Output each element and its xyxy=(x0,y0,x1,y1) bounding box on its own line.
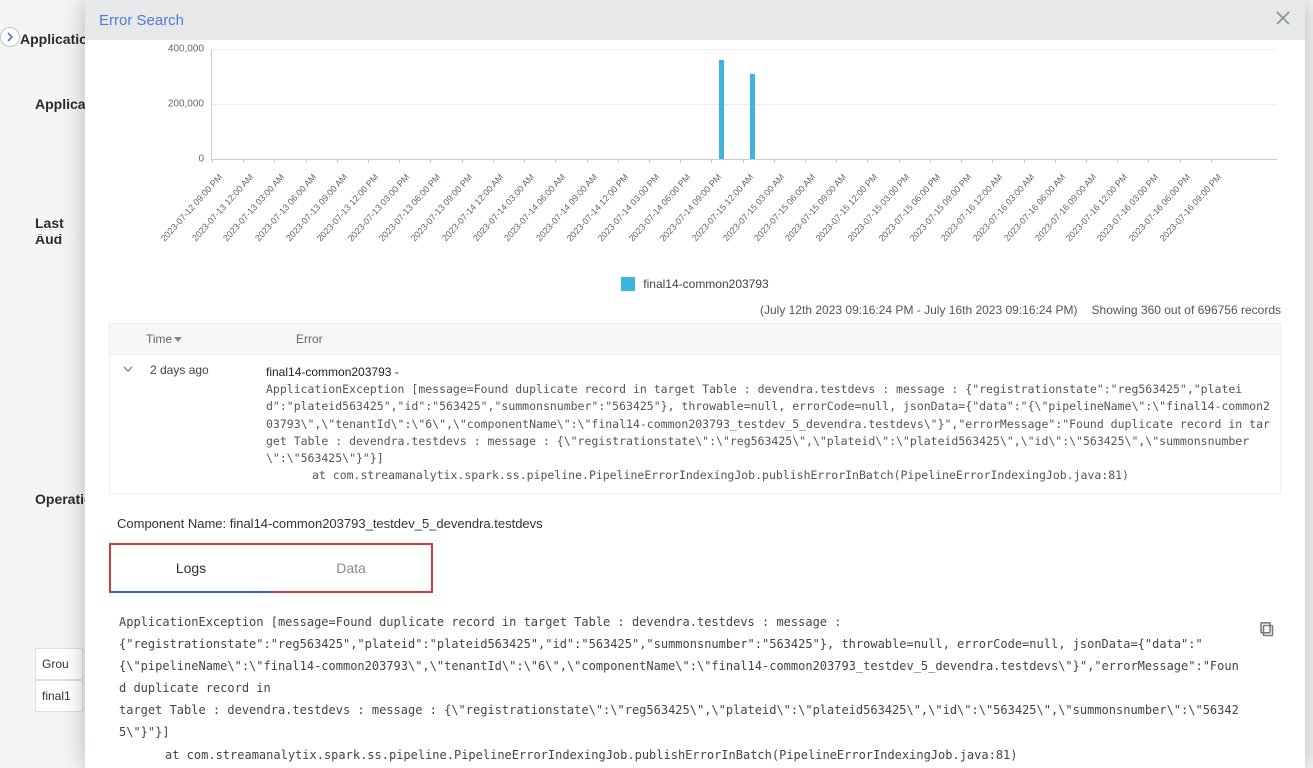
error-trace-line: at com.streamanalytix.spark.ss.pipeline.… xyxy=(266,467,1270,484)
modal-header: Error Search xyxy=(85,0,1305,40)
section-heading-application: Applicat xyxy=(35,96,90,112)
close-icon[interactable] xyxy=(1275,10,1291,31)
error-search-modal: Error Search 0200,000400,000 2023-07-12 … xyxy=(85,0,1305,768)
bg-table-cell: final1 xyxy=(35,680,83,712)
chart-bar[interactable] xyxy=(719,60,724,159)
x-axis-tick-label: 2023-07-16 12:00 AM xyxy=(939,172,1004,243)
log-line: ApplicationException [message=Found dupl… xyxy=(119,615,841,629)
modal-title: Error Search xyxy=(99,12,184,29)
tab-logs[interactable]: Logs xyxy=(111,545,271,593)
x-axis-tick-label: 2023-07-16 09:00 PM xyxy=(1158,172,1224,243)
row-error: final14-common203793 - ApplicationExcept… xyxy=(256,355,1280,493)
record-count-label: Showing 360 out of 696756 records xyxy=(1092,303,1281,317)
log-line: target Table : devendra.testdevs : messa… xyxy=(119,703,1239,739)
log-output: ApplicationException [message=Found dupl… xyxy=(109,605,1281,768)
log-line: {"registrationstate":"reg563425","platei… xyxy=(119,637,1203,651)
row-time: 2 days ago xyxy=(146,355,256,493)
background-data-table: Grou final1 xyxy=(35,648,83,712)
x-axis-tick-label: 2023-07-14 06:00 AM xyxy=(502,172,567,243)
component-name-label: Component Name: final14-common203793_tes… xyxy=(117,516,1281,531)
error-source-title: final14-common203793 - xyxy=(266,363,1270,381)
table-row: 2 days ago final14-common203793 - Applic… xyxy=(110,354,1280,493)
error-message-body: ApplicationException [message=Found dupl… xyxy=(266,381,1270,467)
log-line: {\"pipelineName\":\"final14-common203793… xyxy=(119,659,1239,695)
x-axis-tick-label: 2023-07-16 03:00 PM xyxy=(1095,172,1161,243)
sidebar-expand-icon[interactable] xyxy=(0,27,20,47)
error-count-chart: 0200,000400,000 2023-07-12 09:00 PM2023-… xyxy=(109,44,1281,269)
chart-bar[interactable] xyxy=(750,74,755,159)
result-meta: (July 12th 2023 09:16:24 PM - July 16th … xyxy=(109,303,1281,317)
tab-data[interactable]: Data xyxy=(271,545,431,591)
section-heading-last-audit: Last Aud xyxy=(35,215,83,247)
time-range-label: (July 12th 2023 09:16:24 PM - July 16th … xyxy=(760,303,1078,317)
section-heading-operations: Operatio xyxy=(35,491,93,507)
chart-legend: final14-common203793 xyxy=(109,269,1281,291)
x-axis-tick-label: 2023-07-13 03:00 AM xyxy=(221,172,286,243)
col-header-error[interactable]: Error xyxy=(286,324,1280,354)
row-expand-toggle[interactable] xyxy=(110,355,146,493)
legend-swatch xyxy=(621,277,635,291)
bg-table-header: Grou xyxy=(35,648,83,680)
copy-icon[interactable] xyxy=(1259,621,1277,639)
sort-desc-icon xyxy=(174,335,182,343)
error-table: Time Error 2 days ago final14-common2037… xyxy=(109,323,1281,494)
legend-label: final14-common203793 xyxy=(643,277,768,291)
log-data-tabs: Logs Data xyxy=(109,543,433,593)
table-header: Time Error xyxy=(110,324,1280,354)
page-title: Applicatio xyxy=(20,31,88,47)
col-header-time[interactable]: Time xyxy=(110,324,286,354)
log-trace-line: at com.streamanalytix.spark.ss.pipeline.… xyxy=(119,744,1239,766)
